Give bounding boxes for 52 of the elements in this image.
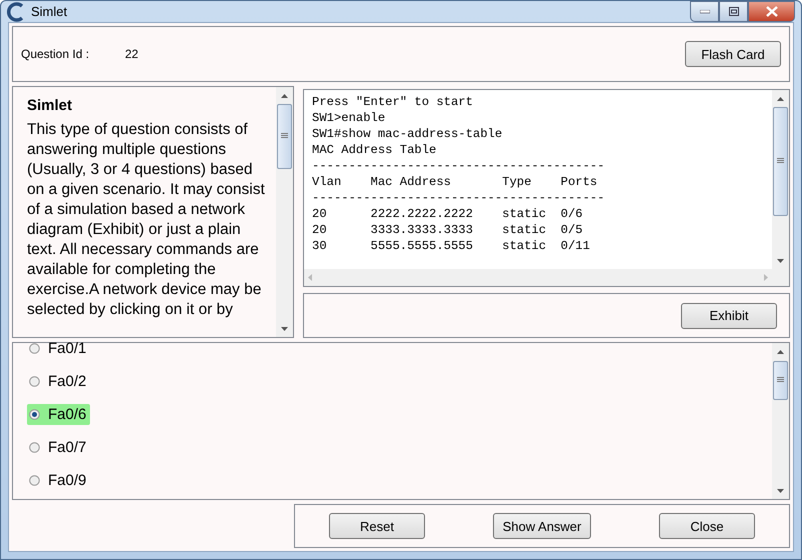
flash-card-button[interactable]: Flash Card <box>685 41 781 67</box>
answer-option[interactable]: Fa0/6 <box>27 404 90 425</box>
scroll-down-arrow-icon[interactable] <box>777 488 784 492</box>
action-button[interactable]: Show Answer <box>493 513 591 539</box>
terminal-line: Press "Enter" to start <box>312 94 474 110</box>
scroll-up-arrow-icon[interactable] <box>777 96 784 100</box>
window-title: Simlet <box>31 4 68 19</box>
question-id-value: 22 <box>125 47 138 61</box>
scroll-thumb[interactable] <box>277 104 292 169</box>
options-scrollbar[interactable] <box>772 343 789 499</box>
scroll-down-arrow-icon[interactable] <box>281 326 288 330</box>
answer-option[interactable]: Fa0/9 <box>27 470 90 491</box>
app-logo-icon <box>7 2 25 22</box>
scroll-down-arrow-icon[interactable] <box>777 258 784 262</box>
action-button[interactable]: Reset <box>329 513 425 539</box>
radio-icon[interactable] <box>29 475 40 486</box>
restore-icon <box>728 7 738 16</box>
grip-icon <box>777 377 784 384</box>
radio-icon[interactable] <box>29 376 40 387</box>
radio-icon[interactable] <box>29 409 40 420</box>
exhibit-button[interactable]: Exhibit <box>681 302 777 328</box>
terminal-line: MAC Address Table <box>312 142 438 158</box>
close-icon <box>766 6 778 17</box>
terminal-line: 20 2222.2222.2222 static 0/6 <box>312 206 584 222</box>
terminal-line: Vlan Mac Address Type Ports <box>312 174 598 190</box>
radio-icon[interactable] <box>29 343 40 354</box>
answer-option[interactable]: Fa0/7 <box>27 437 90 458</box>
close-button[interactable] <box>748 1 795 22</box>
radio-icon[interactable] <box>29 442 40 453</box>
terminal-line: ---------------------------------------- <box>312 190 606 206</box>
question-id-label: Question Id : <box>21 47 90 61</box>
terminal-vertical-scrollbar[interactable] <box>772 90 789 269</box>
terminal-line: ---------------------------------------- <box>312 158 606 174</box>
scroll-up-arrow-icon[interactable] <box>777 350 784 354</box>
answer-option[interactable]: Fa0/2 <box>27 371 90 392</box>
action-button[interactable]: Close <box>659 513 755 539</box>
answer-option[interactable]: Fa0/1 <box>27 338 90 359</box>
description-title: Simlet <box>27 97 74 114</box>
grip-icon <box>281 133 288 140</box>
grip-icon <box>777 158 784 164</box>
terminal-line: SW1#show mac-address-table <box>312 126 504 142</box>
terminal-line: 20 3333.3333.3333 static 0/5 <box>312 222 584 238</box>
description-scrollbar[interactable] <box>276 87 293 337</box>
scroll-thumb[interactable] <box>773 107 788 216</box>
description-text: This type of question consists of answering multiple questions (Usually, 3 or 4 questions) based on a given scenario. It may consist of a simulation based a network diagram (Exhibit) or just a plain text. All necessary commands are available for completing the exercise.A network device may be selected by clicking on it or by <box>27 120 266 320</box>
minimize-icon <box>700 10 710 14</box>
minimize-button[interactable] <box>690 1 719 22</box>
terminal-line: SW1>enable <box>312 110 386 126</box>
terminal-line: 30 5555.5555.5555 static 0/11 <box>312 238 591 254</box>
scroll-up-arrow-icon[interactable] <box>281 94 288 98</box>
maximize-button[interactable] <box>719 1 748 22</box>
scroll-thumb[interactable] <box>773 360 788 400</box>
